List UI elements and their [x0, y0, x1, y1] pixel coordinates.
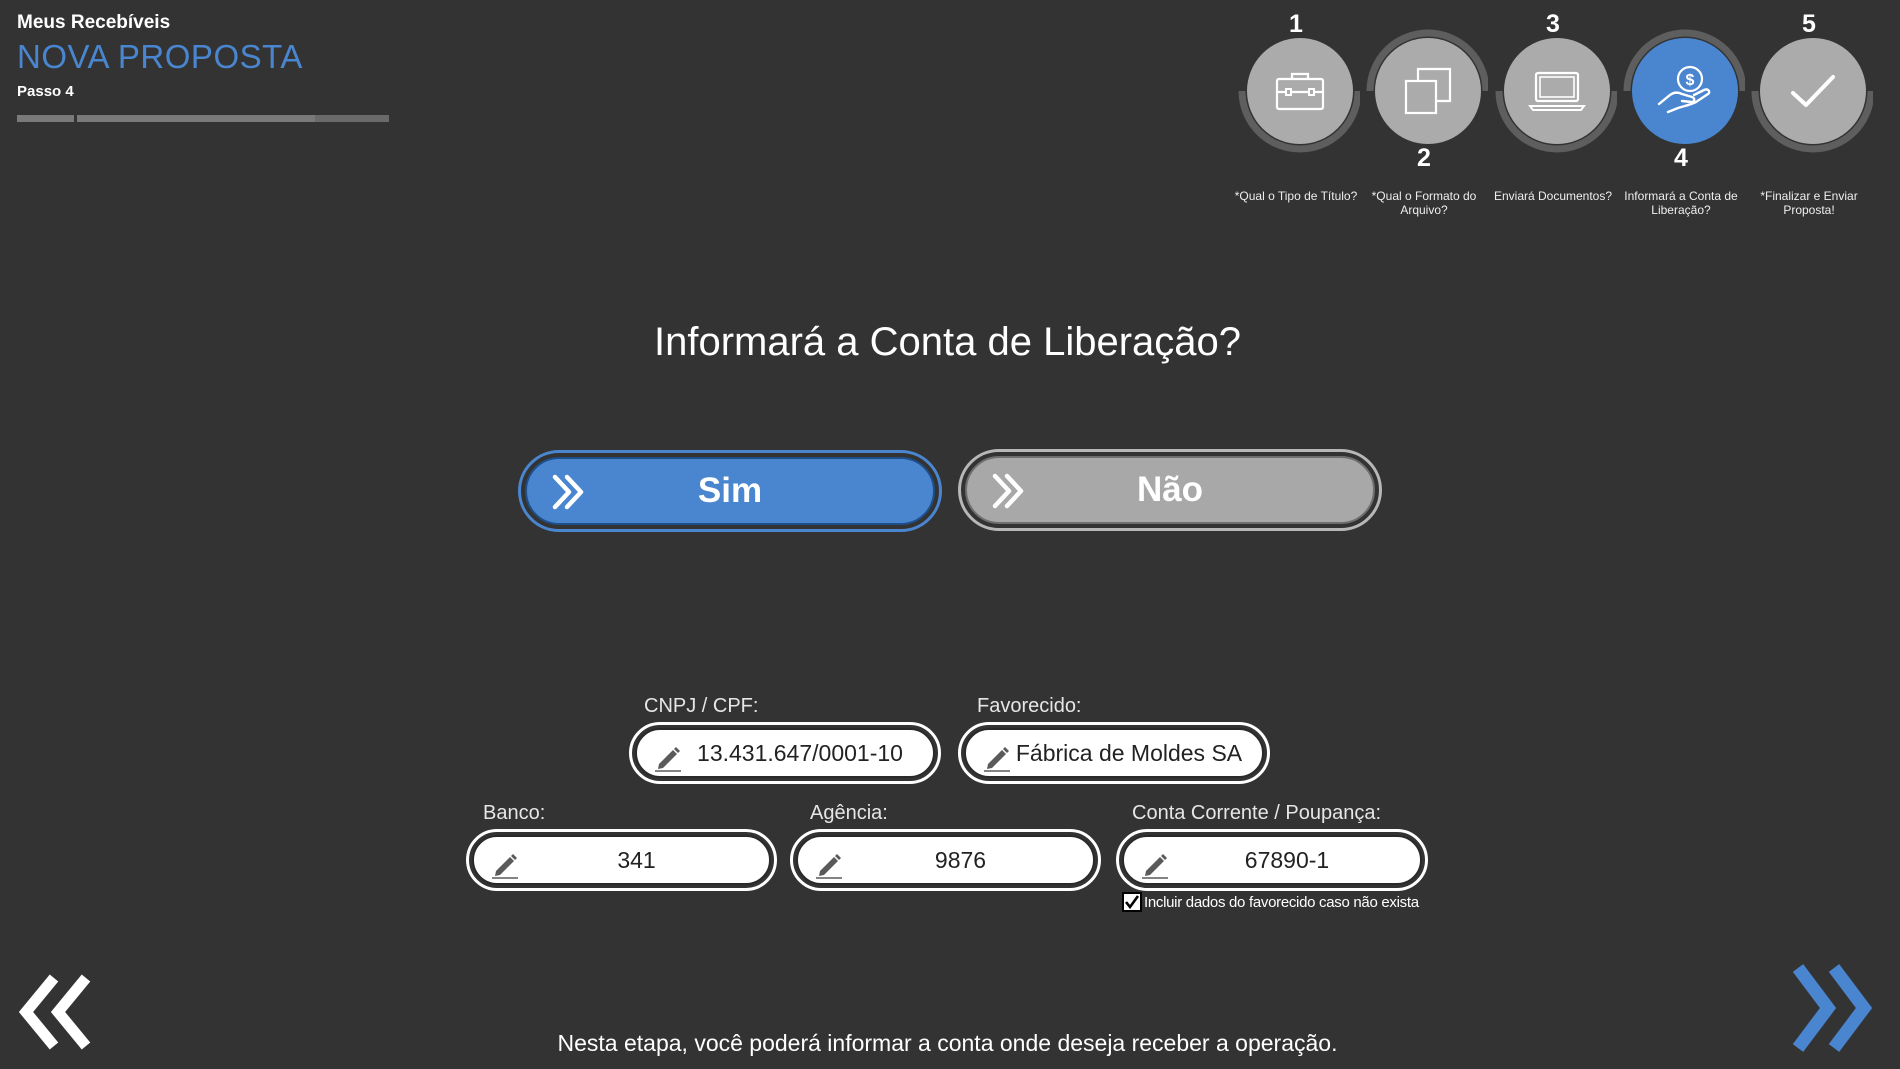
pencil-icon: [492, 854, 518, 879]
favorecido-field[interactable]: [958, 722, 1270, 784]
step-caption: *Finalizar e Enviar Proposta!: [1760, 189, 1858, 217]
pencil-icon: [1142, 854, 1168, 879]
svg-text:$: $: [1686, 72, 1695, 89]
step-3[interactable]: 3 Enviará Documentos?: [1489, 0, 1617, 230]
include-favorecido-option[interactable]: Incluir dados do favorecido caso não exi…: [1122, 892, 1419, 912]
checkmark-icon: [1124, 895, 1140, 910]
yes-button[interactable]: Sim: [518, 450, 942, 532]
no-button-label: Não: [1136, 470, 1204, 509]
progress-bar: [17, 115, 389, 122]
progress-divider: [74, 115, 77, 122]
step-caption: *Qual o Formato do Arquivo?: [1371, 189, 1477, 217]
step-number: 1: [1289, 10, 1303, 38]
step-caption: Informará a Conta de Liberação?: [1624, 189, 1738, 217]
step-2[interactable]: 2 *Qual o Formato do Arquivo?: [1360, 0, 1488, 230]
cnpj-label: CNPJ / CPF:: [644, 695, 759, 717]
step-number: 2: [1417, 144, 1431, 172]
pencil-icon: [984, 747, 1010, 772]
progress-bar-fill: [17, 115, 315, 122]
check-icon: [1791, 75, 1835, 107]
pencil-icon: [816, 854, 842, 879]
step-circle: [1504, 38, 1610, 144]
step-number: 3: [1546, 10, 1560, 38]
step-caption: *Qual o Tipo de Título?: [1234, 189, 1358, 203]
pencil-icon: [655, 747, 681, 772]
hand-money-icon: $: [1657, 65, 1711, 114]
conta-field[interactable]: [1116, 829, 1428, 891]
banco-field[interactable]: [466, 829, 777, 891]
footer-hint: Nesta etapa, você poderá informar a cont…: [557, 1030, 1338, 1056]
yes-button-label: Sim: [697, 471, 763, 510]
cnpj-field[interactable]: [629, 722, 941, 784]
laptop-icon: [1528, 71, 1586, 111]
copy-icon: [1404, 67, 1452, 115]
agencia-field[interactable]: [790, 829, 1101, 891]
step-circle: $: [1632, 38, 1738, 144]
step-number: 4: [1674, 144, 1688, 172]
step-1[interactable]: 1 *Qual o Tipo de Título?: [1232, 0, 1360, 230]
step-4[interactable]: $ 4 Informará a Conta de Liberação?: [1617, 0, 1745, 230]
step-5[interactable]: 5 *Finalizar e Enviar Proposta!: [1745, 0, 1873, 230]
no-button[interactable]: Não: [958, 449, 1382, 531]
banco-label: Banco:: [483, 802, 546, 824]
question-title: Informará a Conta de Liberação?: [653, 320, 1242, 364]
step-label: Passo 4: [17, 83, 74, 100]
step-circle: [1760, 38, 1866, 144]
app-name: Meus Recebíveis: [17, 12, 171, 33]
step-caption: Enviará Documentos?: [1493, 189, 1613, 203]
briefcase-icon: [1275, 72, 1325, 111]
include-favorecido-label: Incluir dados do favorecido caso não exi…: [1144, 893, 1419, 911]
favorecido-label: Favorecido:: [977, 695, 1082, 717]
agencia-label: Agência:: [810, 802, 888, 824]
step-circle: [1375, 38, 1481, 144]
include-favorecido-checkbox[interactable]: [1122, 892, 1142, 912]
step-circle: [1247, 38, 1353, 144]
page-title: NOVA PROPOSTA: [17, 38, 303, 75]
step-number: 5: [1802, 10, 1816, 38]
conta-label: Conta Corrente / Poupança:: [1132, 802, 1382, 824]
